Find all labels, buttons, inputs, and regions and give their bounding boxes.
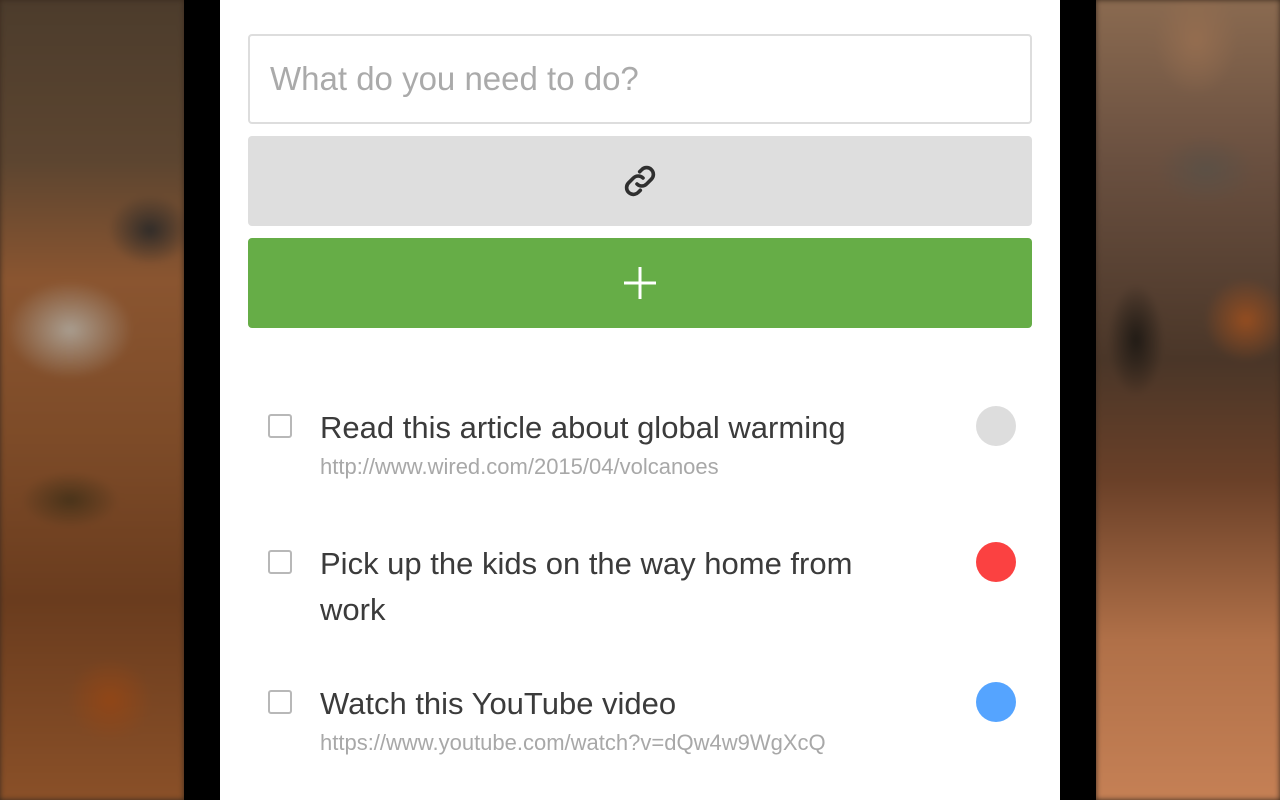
plus-icon	[622, 265, 658, 301]
app-stage: Read this article about global warming h…	[0, 0, 1280, 800]
task-item: Read this article about global warming h…	[220, 400, 1060, 510]
task-title: Watch this YouTube video	[320, 686, 677, 721]
task-item: Watch this YouTube video https://www.you…	[220, 676, 1060, 786]
add-task-button[interactable]	[248, 238, 1032, 328]
task-link[interactable]: http://www.wired.com/2015/04/volcanoes	[320, 452, 880, 482]
task-link[interactable]: https://www.youtube.com/watch?v=dQw4w9Wg…	[320, 728, 875, 758]
priority-indicator[interactable]	[976, 406, 1016, 446]
priority-indicator[interactable]	[976, 542, 1016, 582]
task-title: Read this article about global warming	[320, 410, 846, 445]
link-icon	[622, 163, 658, 199]
task-checkbox[interactable]	[268, 550, 292, 574]
priority-indicator[interactable]	[976, 682, 1016, 722]
task-item: Pick up the kids on the way home from wo…	[220, 536, 1060, 636]
new-task-input[interactable]	[248, 34, 1032, 124]
background-photo-left	[0, 0, 184, 800]
attach-link-button[interactable]	[248, 136, 1032, 226]
task-title: Pick up the kids on the way home from wo…	[320, 546, 853, 627]
task-checkbox[interactable]	[268, 690, 292, 714]
background-photo-right	[1096, 0, 1280, 800]
frame-bar-left	[184, 0, 220, 800]
task-checkbox[interactable]	[268, 414, 292, 438]
frame-bar-right	[1060, 0, 1096, 800]
todo-panel: Read this article about global warming h…	[220, 0, 1060, 800]
